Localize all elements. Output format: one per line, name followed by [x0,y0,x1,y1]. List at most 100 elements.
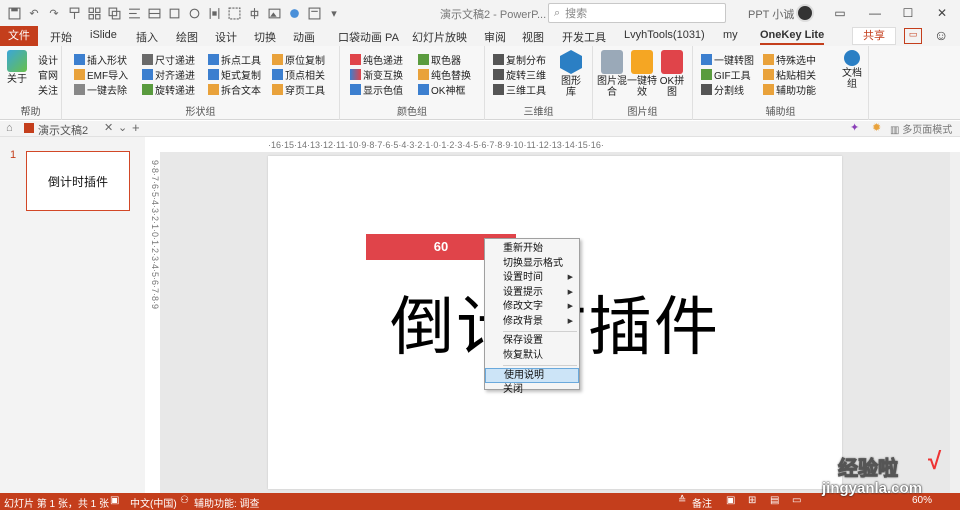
share-button[interactable]: 共享 [852,27,896,45]
paste-related-button[interactable]: 粘贴相关 [763,67,816,82]
home-icon[interactable]: ⌂ [6,122,13,134]
vertical-scrollbar[interactable] [950,152,960,493]
special-select-button[interactable]: 特殊选中 [763,52,816,67]
format-painter-icon[interactable] [66,5,82,21]
normal-view-icon[interactable]: ▣ [726,495,735,506]
convert-to-image-button[interactable]: 一键转图 [701,52,754,67]
tab-my[interactable]: my [723,29,738,41]
emf-import-button[interactable]: EMF导入 [74,67,128,82]
slideshow-icon[interactable]: ▭ [792,495,801,506]
align-icon[interactable] [126,5,142,21]
ok-puzzle-button[interactable]: OK拼图 [657,50,687,98]
copy-distribute-button[interactable]: 复制分布 [493,52,546,67]
settings-icon[interactable]: ✹ [872,121,881,134]
slide-thumbnail[interactable]: 倒计时插件 [26,151,130,211]
one-click-effect-button[interactable]: 一键特效 [627,50,657,98]
table-icon[interactable] [146,5,162,21]
menu-item-toggle-format[interactable]: 切换显示格式 [485,257,579,272]
tab-home[interactable]: 开始 [50,29,72,45]
aux-function-button[interactable]: 辅助功能 [763,82,816,97]
website-link[interactable]: 官网 [38,67,58,82]
split-point-button[interactable]: 拆点工具 [208,52,261,67]
in-place-copy-button[interactable]: 原位复制 [272,52,325,67]
tab-file[interactable]: 文件 [0,26,38,46]
tab-slideshow[interactable]: 幻灯片放映 [412,29,467,45]
tab-review[interactable]: 审阅 [484,29,506,45]
menu-item-edit-background[interactable]: 修改背景 ▶ [485,315,579,330]
gradient-swap-button[interactable]: 渐变互换 [350,67,403,82]
minimize-button[interactable]: — [865,3,885,23]
about-button[interactable]: 关于 [4,50,30,85]
follow-link[interactable]: 关注 [38,82,58,97]
new-tab-icon[interactable]: + [132,120,140,135]
one-click-remove-button[interactable]: 一键去除 [74,82,127,97]
tab-design[interactable]: 设计 [215,29,237,45]
tab-developer[interactable]: 开发工具 [562,29,606,45]
undo-icon[interactable]: ↶ [26,5,42,21]
image-mix-button[interactable]: 图片混合 [597,50,627,98]
tab-dropdown-icon[interactable]: ⌄ [118,121,127,134]
text-box-icon[interactable] [306,5,322,21]
cross-page-button[interactable]: 穿页工具 [272,82,325,97]
reading-view-icon[interactable]: ▤ [770,495,779,506]
avatar[interactable] [796,4,814,22]
accessibility-status[interactable]: 辅助功能: 调查 [194,495,260,510]
user-name[interactable]: PPT 小诚 [748,6,794,22]
shape-icon[interactable] [186,5,202,21]
slide-sorter-icon[interactable]: ⊞ [748,495,756,506]
center-icon[interactable] [246,5,262,21]
menu-item-edit-text[interactable]: 修改文字 ▶ [485,300,579,315]
language-indicator[interactable]: 中文(中国) [130,495,177,510]
redo-icon[interactable]: ↷ [46,5,62,21]
menu-item-restore-default[interactable]: 恢复默认 [485,349,579,364]
tab-animation[interactable]: 动画 [293,29,315,45]
menu-item-save-settings[interactable]: 保存设置 [485,334,579,349]
multi-page-mode[interactable]: ▥ 多页面模式 [890,121,952,136]
split-text-button[interactable]: 拆合文本 [208,82,261,97]
tab-pocket-animation[interactable]: 口袋动画 PA [338,29,399,45]
document-tab[interactable]: 演示文稿2 [38,122,88,138]
distribute-icon[interactable] [206,5,222,21]
magic-icon[interactable]: ✦ [850,121,859,134]
grid-icon[interactable] [86,5,102,21]
layer-icon[interactable] [166,5,182,21]
picture-icon[interactable] [266,5,282,21]
design-link[interactable]: 设计 [38,52,58,67]
show-color-value-button[interactable]: 显示色值 [350,82,403,97]
menu-item-instructions[interactable]: 使用说明 [485,368,579,383]
align-step-button[interactable]: 对齐递进 [142,67,195,82]
spellcheck-icon[interactable]: ▣ [110,495,119,506]
notes-button[interactable]: 备注 [692,495,712,510]
close-tab-icon[interactable]: ✕ [104,121,113,134]
document-group-button[interactable]: 文档组 [839,50,865,90]
matrix-copy-button[interactable]: 矩式复制 [208,67,261,82]
tab-islide[interactable]: iSlide [90,29,117,41]
tab-transition[interactable]: 切换 [254,29,276,45]
more-icon[interactable]: ▾ [326,5,342,21]
solid-replace-button[interactable]: 纯色替换 [418,67,471,82]
tab-onekey-lite[interactable]: OneKey Lite [760,29,825,45]
size-step-button[interactable]: 尺寸递进 [142,52,195,67]
solid-step-button[interactable]: 纯色递进 [350,52,403,67]
ribbon-display-icon[interactable]: ▭ [830,3,850,23]
close-button[interactable]: ✕ [932,3,952,23]
vertex-button[interactable]: 顶点相关 [272,67,325,82]
tab-view[interactable]: 视图 [522,29,544,45]
tab-lvyhtools[interactable]: LvyhTools(1031) [624,29,705,41]
copy-icon[interactable] [106,5,122,21]
menu-item-restart[interactable]: 重新开始 [485,242,579,257]
search-input[interactable]: ⌕ 搜索 [548,3,726,23]
color-picker-button[interactable]: 取色器 [418,52,461,67]
save-icon[interactable] [6,5,22,21]
shape-library-button[interactable]: 图形库 [557,50,585,98]
menu-item-set-time[interactable]: 设置时间 ▶ [485,271,579,286]
smile-icon[interactable]: ☺ [934,27,950,43]
comment-icon[interactable]: ▭ [904,28,922,44]
color-icon[interactable] [286,5,302,21]
menu-item-set-tip[interactable]: 设置提示 ▶ [485,286,579,301]
3d-tools-button[interactable]: 三维工具 [493,82,546,97]
insert-shape-button[interactable]: 插入形状 [74,52,127,67]
rotate-step-button[interactable]: 旋转递进 [142,82,195,97]
gif-tool-button[interactable]: GIF工具 [701,67,751,82]
tab-draw[interactable]: 绘图 [176,29,198,45]
